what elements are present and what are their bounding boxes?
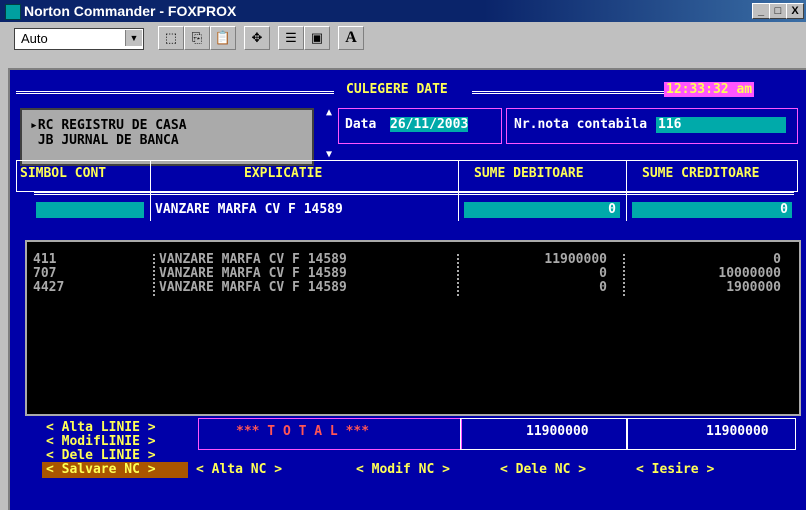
scroll-up-icon[interactable]: ▲: [322, 108, 336, 118]
close-button[interactable]: X: [786, 3, 804, 19]
top-border-left: [16, 91, 334, 94]
date-field[interactable]: 26/11/2003: [390, 117, 469, 132]
credit-input[interactable]: 0: [632, 202, 792, 218]
nota-label: Nr.nota contabila: [514, 117, 648, 132]
font-size-combo[interactable]: Auto ▼: [14, 28, 144, 50]
col-divider: [150, 161, 151, 221]
select-icon[interactable]: ⬚: [158, 26, 184, 50]
iesire-button[interactable]: < Iesire >: [636, 462, 714, 477]
table-row[interactable]: 4427: [33, 280, 64, 295]
salvare-nc-button[interactable]: < Salvare NC >: [46, 462, 156, 477]
section-title: CULEGERE DATE: [346, 82, 448, 97]
explicatie-input[interactable]: VANZARE MARFA CV F 14589: [155, 202, 343, 217]
clock: 12:33:32 am: [664, 82, 755, 97]
title-bar: Norton Commander - FOXPROX _ □ X: [0, 0, 806, 22]
move-icon[interactable]: ✥: [244, 26, 270, 50]
col-sume-debitoare: SUME DEBITOARE: [474, 166, 584, 181]
list-divider: [153, 254, 155, 296]
total-credit: 11900000: [706, 424, 769, 439]
row-credit: 0: [773, 252, 781, 267]
col-divider: [458, 161, 459, 221]
col-explicatie: EXPLICATIE: [244, 166, 323, 181]
top-border-right: [472, 91, 664, 94]
row-credit: 1900000: [726, 280, 781, 295]
col-sume-creditoare: SUME CREDITOARE: [642, 166, 760, 181]
credit-input-value: 0: [780, 202, 788, 217]
menu-scrollbar[interactable]: ▲ ▼: [322, 108, 336, 160]
properties-icon[interactable]: ☰: [278, 26, 304, 50]
total-label: *** T O T A L ***: [236, 424, 370, 439]
chevron-down-icon[interactable]: ▼: [125, 30, 142, 46]
font-icon[interactable]: A: [338, 26, 364, 50]
alta-linie-button[interactable]: < Alta LINIE >: [46, 420, 156, 435]
row-debit: 0: [599, 280, 607, 295]
row-explicatie: VANZARE MARFA CV F 14589: [159, 266, 347, 281]
row-explicatie: VANZARE MARFA CV F 14589: [159, 280, 347, 295]
col-divider: [626, 161, 627, 221]
window-icon[interactable]: ▣: [304, 26, 330, 50]
minimize-button[interactable]: _: [752, 3, 770, 19]
row-explicatie: VANZARE MARFA CV F 14589: [159, 252, 347, 267]
debit-input[interactable]: 0: [464, 202, 620, 218]
paste-icon[interactable]: 📋: [210, 26, 236, 50]
debit-input-value: 0: [608, 202, 616, 217]
row-debit: 0: [599, 266, 607, 281]
header-separator: [34, 192, 794, 195]
modif-nc-button[interactable]: < Modif NC >: [356, 462, 450, 477]
table-row[interactable]: 411: [33, 252, 56, 267]
row-credit: 10000000: [718, 266, 781, 281]
app-icon[interactable]: [5, 4, 21, 20]
copy-icon[interactable]: ⎘: [184, 26, 210, 50]
menu-item-jb[interactable]: JB JURNAL DE BANCA: [30, 133, 179, 148]
col-simbol-cont: SIMBOL CONT: [20, 166, 107, 181]
total-debit: 11900000: [526, 424, 589, 439]
simbol-cont-input[interactable]: [36, 202, 144, 218]
font-size-value: Auto: [21, 31, 48, 46]
alta-nc-button[interactable]: < Alta NC >: [196, 462, 282, 477]
table-row[interactable]: 707: [33, 266, 56, 281]
maximize-button[interactable]: □: [769, 3, 787, 19]
nota-value: 116: [658, 117, 682, 132]
nota-field[interactable]: 116: [656, 117, 786, 133]
menu-item-rc[interactable]: ▸RC REGISTRU DE CASA: [30, 118, 187, 133]
list-divider: [457, 254, 459, 296]
modif-linie-button[interactable]: < ModifLINIE >: [46, 434, 156, 449]
scroll-down-icon[interactable]: ▼: [322, 150, 336, 160]
entries-list[interactable]: 411 VANZARE MARFA CV F 14589 11900000 0 …: [25, 240, 801, 416]
list-divider: [623, 254, 625, 296]
row-debit: 11900000: [544, 252, 607, 267]
dele-nc-button[interactable]: < Dele NC >: [500, 462, 586, 477]
date-label: Data: [345, 117, 377, 132]
dele-linie-button[interactable]: < Dele LINIE >: [46, 448, 156, 463]
window-title: Norton Commander - FOXPROX: [24, 3, 237, 19]
